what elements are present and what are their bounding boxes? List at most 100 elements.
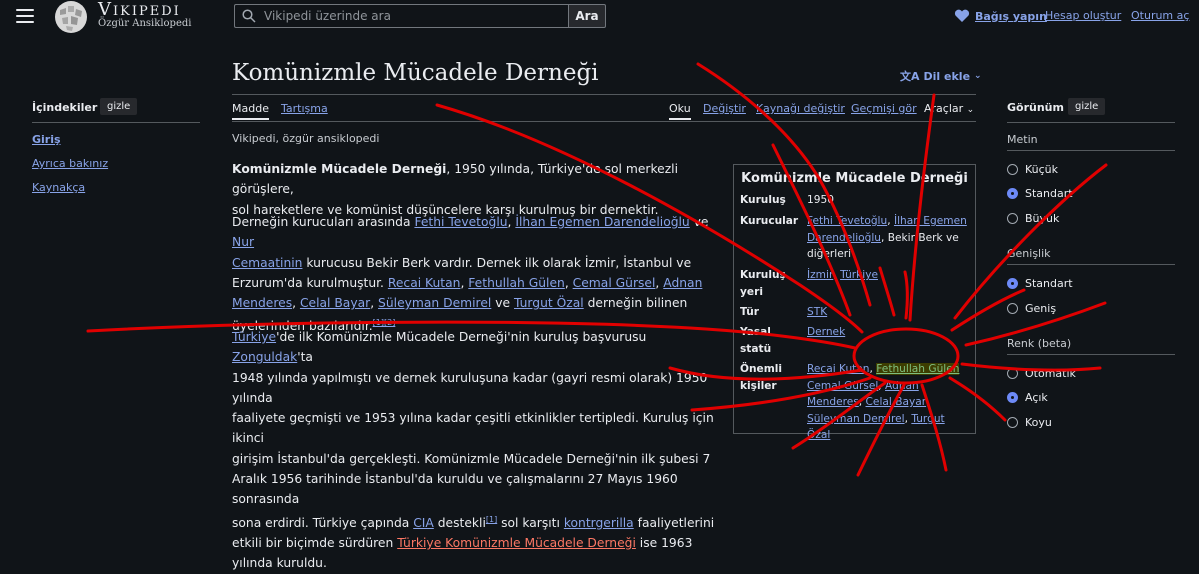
link-nur-2[interactable]: Cemaatinin [232, 256, 302, 270]
create-account-link[interactable]: Hesap oluştur [1045, 9, 1121, 22]
link-fethi-tevetoglu[interactable]: Fethi Tevetoğlu [414, 215, 507, 229]
infobox-value: Dernek [807, 324, 971, 357]
radio-color-light[interactable]: Açık [1007, 391, 1048, 404]
tab-read[interactable]: Oku [669, 102, 691, 120]
tab-talk[interactable]: Tartışma [281, 102, 328, 115]
radio-button-selected[interactable] [1007, 392, 1018, 403]
radio-label: Koyu [1025, 416, 1052, 429]
link-fethi-tevetoglu[interactable]: Fethi Tevetoğlu [807, 215, 887, 227]
radio-label: Otomatik [1025, 367, 1076, 380]
search-input[interactable] [262, 8, 556, 24]
radio-button[interactable] [1007, 368, 1018, 379]
page-title: Komünizmle Mücadele Derneği [232, 60, 599, 86]
appearance-hide-button[interactable]: gizle [1068, 98, 1106, 115]
toc-item-references[interactable]: Kaynakça [32, 181, 85, 194]
toc-item-see-also[interactable]: Ayrıca bakınız [32, 157, 108, 170]
wikipedia-globe-logo[interactable] [52, 0, 90, 34]
link-menderes[interactable]: Menderes [807, 396, 859, 408]
text: Aralık 1956 tarihinde İstanbul'da kuruld… [232, 472, 678, 507]
radio-button-selected[interactable] [1007, 188, 1018, 199]
link-cemal-gursel[interactable]: Cemal Gürsel [807, 380, 878, 392]
tab-edit[interactable]: Değiştir [703, 102, 746, 115]
link-cemal-gursel[interactable]: Cemal Gürsel [573, 276, 656, 290]
link-nur-1[interactable]: Nur [232, 235, 254, 249]
radio-button[interactable] [1007, 417, 1018, 428]
heart-icon [954, 9, 970, 22]
text: ve [689, 215, 709, 229]
text: kurucusu Bekir Berk vardır. Dernek ilk o… [302, 255, 692, 270]
link-cia[interactable]: CIA [413, 516, 434, 530]
text: etkili bir biçimde sürdüren [232, 536, 398, 551]
login-link[interactable]: Oturum aç [1131, 9, 1189, 22]
text: kişiler [740, 379, 777, 392]
tab-article[interactable]: Madde [232, 102, 269, 120]
site-wordmark[interactable]: Vikipedi [98, 0, 181, 20]
radio-width-standard[interactable]: Standart [1007, 277, 1073, 290]
donate-link[interactable]: Bağış yapın [954, 9, 1047, 23]
radio-button[interactable] [1007, 164, 1018, 175]
language-button-label: Dil ekle [923, 69, 971, 83]
search-button[interactable]: Ara [568, 4, 606, 28]
link-recai-kutan[interactable]: Recai Kutan [807, 363, 870, 375]
link-turgut-ozal[interactable]: Turgut Özal [514, 296, 584, 310]
link-suleyman-demirel[interactable]: Süleyman Demirel [378, 296, 491, 310]
link-izmir[interactable]: İzmir [807, 269, 833, 281]
link-fethullah-gulen[interactable]: Fethullah Gülen [468, 276, 565, 290]
radio-text-small[interactable]: Küçük [1007, 163, 1058, 176]
radio-button-selected[interactable] [1007, 278, 1018, 289]
link-ilhan-egemen[interactable]: İlhan Egemen Darendelioğlu [515, 215, 689, 229]
toc-item-intro[interactable]: Giriş [32, 133, 61, 146]
main-menu-icon[interactable] [16, 9, 34, 23]
tab-history[interactable]: Geçmişi gör [851, 102, 917, 115]
tools-menu[interactable]: Araçlar ⌄ [924, 102, 974, 115]
link-adnan[interactable]: Adnan [663, 276, 702, 290]
radio-button[interactable] [1007, 303, 1018, 314]
search-icon [242, 9, 256, 23]
chevron-down-icon: ⌄ [966, 105, 975, 115]
text: destekli [433, 515, 486, 530]
link-menderes[interactable]: Menderes [232, 296, 292, 310]
link-fethullah-gulen[interactable]: Fethullah Gülen [876, 363, 960, 375]
language-button[interactable]: 文A Dil ekle ⌄ [900, 68, 982, 84]
link-stk[interactable]: STK [807, 306, 827, 318]
text: diğerleri [807, 248, 852, 260]
radio-button[interactable] [1007, 213, 1018, 224]
toc-title: İçindekiler [32, 101, 98, 114]
infobox-value: STK [807, 304, 971, 321]
radio-label: Büyük [1025, 212, 1060, 225]
reference-link[interactable]: [1] [486, 515, 497, 524]
radio-width-wide[interactable]: Geniş [1007, 302, 1056, 315]
link-kontrgerilla[interactable]: kontrgerilla [564, 516, 634, 530]
infobox-row-founders: Kurucular Fethi Tevetoğlu, İlhan Egemen … [740, 213, 972, 263]
link-turkiye[interactable]: Türkiye [840, 269, 878, 281]
text: 'de ilk Komünizmle Mücadele Derneği'nin … [276, 330, 647, 344]
link-zonguldak[interactable]: Zonguldak [232, 350, 297, 364]
radio-text-large[interactable]: Büyük [1007, 212, 1059, 225]
link-turkiye[interactable]: Türkiye [232, 330, 276, 344]
search-box [234, 4, 569, 28]
tab-edit-source[interactable]: Kaynağı değiştir [756, 102, 845, 115]
link-adnan[interactable]: Adnan [885, 380, 919, 392]
site-sub: Vikipedi, özgür ansiklopedi [232, 132, 380, 145]
link-celal-bayar[interactable]: Celal Bayar [866, 396, 927, 408]
link-celal-bayar[interactable]: Celal Bayar [300, 296, 370, 310]
text: , Bekir Berk ve [881, 231, 959, 244]
color-heading: Renk (beta) [1007, 337, 1072, 350]
infobox-label: Tür [740, 306, 759, 318]
appearance-divider [1007, 122, 1175, 123]
text: Derneğin kurucuları arasında [232, 215, 415, 229]
radio-color-auto[interactable]: Otomatik [1007, 367, 1076, 380]
radio-label: Açık [1025, 391, 1048, 404]
link-recai-kutan[interactable]: Recai Kutan [388, 276, 461, 290]
width-heading: Genişlik [1007, 247, 1051, 260]
link-suleyman-demirel[interactable]: Süleyman Demirel [807, 413, 905, 425]
link-ilhan-egemen[interactable]: İlhan Egemen [894, 215, 967, 227]
link-darendelioglu[interactable]: Darendelioğlu [807, 232, 881, 244]
donate-label[interactable]: Bağış yapın [975, 10, 1047, 23]
link-turkiye-kmd[interactable]: Türkiye Komünizmle Mücadele Derneği [397, 536, 636, 550]
radio-color-dark[interactable]: Koyu [1007, 416, 1052, 429]
radio-text-standard[interactable]: Standart [1007, 187, 1073, 200]
toc-hide-button[interactable]: gizle [100, 98, 138, 115]
infobox: Komünizmle Mücadele Derneği Kuruluş 1950… [733, 164, 976, 441]
link-dernek[interactable]: Dernek [807, 326, 845, 338]
